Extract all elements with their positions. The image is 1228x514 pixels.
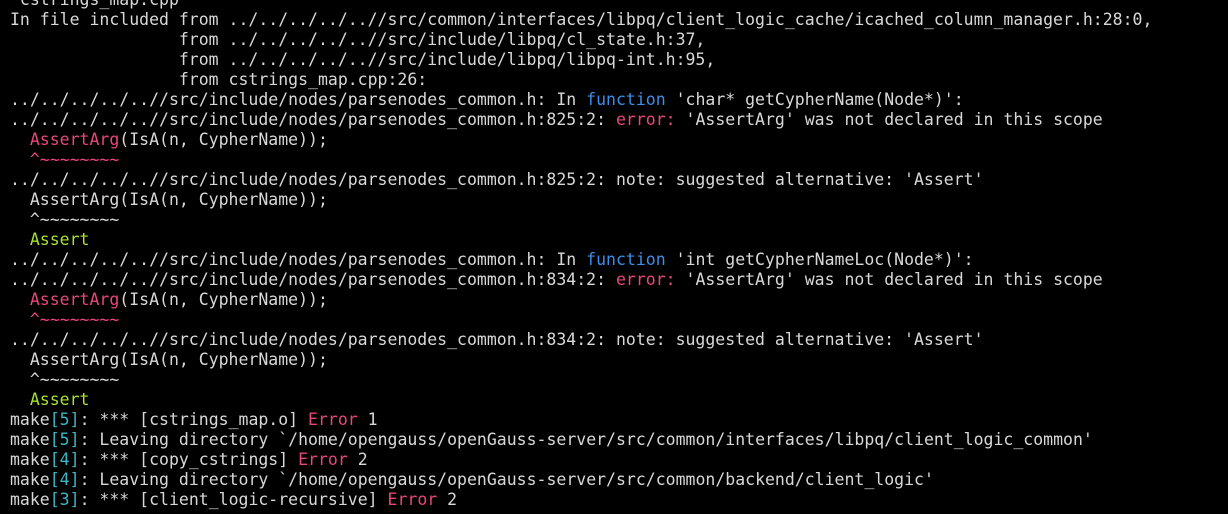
terminal-text-segment: In file included from ../../../../..//sr…: [10, 10, 1153, 29]
terminal-line: ../../../../..//src/include/nodes/parsen…: [10, 270, 1228, 290]
terminal-line: make[4]: *** [copy_cstrings] Error 2: [10, 450, 1228, 470]
terminal-line: ^~~~~~~~~: [10, 210, 1228, 230]
terminal-text-segment: Assert: [29, 230, 90, 249]
terminal-text-segment: [4]: [49, 450, 80, 469]
terminal-text-segment: from ../../../../..//src/include/libpq/c…: [10, 30, 706, 49]
terminal-line: Assert: [10, 230, 1228, 250]
terminal-text-segment: Error: [308, 410, 358, 429]
terminal-line: AssertArg(IsA(n, CypherName));: [10, 130, 1228, 150]
terminal-text-segment: : *** [copy_cstrings]: [79, 450, 299, 469]
terminal-line: make[4]: Leaving directory `/home/openga…: [10, 470, 1228, 490]
terminal-line: ../../../../..//src/include/nodes/parsen…: [10, 250, 1228, 270]
terminal-text-segment: AssertArg(IsA(n, CypherName));: [10, 350, 328, 369]
terminal-line: AssertArg(IsA(n, CypherName));: [10, 190, 1228, 210]
terminal-text-segment: ../../../../..//src/include/nodes/parsen…: [10, 270, 616, 289]
terminal-line: AssertArg(IsA(n, CypherName));: [10, 290, 1228, 310]
terminal-line: ../../../../..//src/include/nodes/parsen…: [10, 330, 1228, 350]
terminal-text-segment: from cstrings_map.cpp:26:: [10, 70, 428, 89]
terminal-text-segment: [5]: [49, 410, 80, 429]
terminal-line: ../../../../..//src/include/nodes/parsen…: [10, 110, 1228, 130]
terminal-text-segment: : *** [cstrings_map.o]: [79, 410, 309, 429]
terminal-text-segment: AssertArg(IsA(n, CypherName));: [10, 190, 328, 209]
terminal-line: make[5]: *** [cstrings_map.o] Error 1: [10, 410, 1228, 430]
terminal-text-segment: 'int getCypherNameLoc(Node*)':: [665, 250, 974, 269]
terminal-text-segment: make: [10, 470, 50, 489]
terminal-text-segment: ../../../../..//src/include/nodes/parsen…: [10, 170, 984, 189]
terminal-text-segment: ../../../../..//src/include/nodes/parsen…: [10, 330, 984, 349]
terminal-text-segment: make: [10, 450, 50, 469]
terminal-text-segment: function: [586, 90, 666, 109]
terminal-line: from cstrings_map.cpp:26:: [10, 70, 1228, 90]
terminal-line: ../../../../..//src/include/nodes/parsen…: [10, 170, 1228, 190]
terminal-text-segment: [5]: [49, 430, 80, 449]
terminal-text-segment: : Leaving directory `/home/opengauss/ope…: [79, 430, 1093, 449]
terminal-text-segment: from ../../../../..//src/include/libpq/l…: [10, 50, 716, 69]
terminal-text-segment: (IsA(n, CypherName));: [119, 290, 328, 309]
terminal-line: make[3]: *** [client_logic-recursive] Er…: [10, 490, 1228, 510]
terminal-line: ^~~~~~~~~: [10, 310, 1228, 330]
terminal-text-segment: ../../../../..//src/include/nodes/parsen…: [10, 110, 616, 129]
terminal-text-segment: AssertArg: [29, 130, 120, 149]
terminal-line: cstrings_map.cpp: [10, 0, 1228, 10]
terminal-text-segment: : Leaving directory `/home/opengauss/ope…: [79, 470, 934, 489]
terminal-text-segment: 2: [347, 450, 368, 469]
terminal-line: from ../../../../..//src/include/libpq/c…: [10, 30, 1228, 50]
terminal-text-segment: AssertArg: [29, 290, 120, 309]
terminal-text-segment: make: [10, 490, 50, 509]
terminal-output: cstrings_map.cppIn file included from ..…: [10, 0, 1228, 510]
terminal-text-segment: ^~~~~~~~~: [10, 370, 120, 389]
terminal-text-segment: [3]: [49, 490, 80, 509]
terminal-line: from ../../../../..//src/include/libpq/l…: [10, 50, 1228, 70]
terminal-line: In file included from ../../../../..//sr…: [10, 10, 1228, 30]
terminal-text-segment: 'char* getCypherName(Node*)':: [665, 90, 964, 109]
terminal-text-segment: : *** [client_logic-recursive]: [79, 490, 388, 509]
terminal-window[interactable]: cstrings_map.cppIn file included from ..…: [0, 0, 1228, 514]
terminal-text-segment: error:: [615, 110, 676, 129]
terminal-text-segment: Assert: [29, 390, 90, 409]
terminal-text-segment: [4]: [49, 470, 80, 489]
terminal-line: make[5]: Leaving directory `/home/openga…: [10, 430, 1228, 450]
terminal-text-segment: make: [10, 410, 50, 429]
terminal-text-segment: error:: [615, 270, 676, 289]
terminal-text-segment: 'AssertArg' was not declared in this sco…: [675, 270, 1103, 289]
terminal-text-segment: make: [10, 430, 50, 449]
terminal-line: Assert: [10, 390, 1228, 410]
terminal-text-segment: function: [586, 250, 666, 269]
terminal-line: ^~~~~~~~~: [10, 370, 1228, 390]
terminal-text-segment: 'AssertArg' was not declared in this sco…: [675, 110, 1103, 129]
terminal-text-segment: ../../../../..//src/include/nodes/parsen…: [10, 250, 587, 269]
terminal-text-segment: ^~~~~~~~~: [29, 310, 120, 329]
terminal-text-segment: ^~~~~~~~~: [10, 210, 120, 229]
terminal-text-segment: 2: [437, 490, 458, 509]
terminal-text-segment: Error: [298, 450, 348, 469]
terminal-line: ^~~~~~~~~: [10, 150, 1228, 170]
terminal-text-segment: ^~~~~~~~~: [29, 150, 120, 169]
terminal-text-segment: ../../../../..//src/include/nodes/parsen…: [10, 90, 587, 109]
terminal-line: ../../../../..//src/include/nodes/parsen…: [10, 90, 1228, 110]
terminal-text-segment: Error: [387, 490, 438, 509]
terminal-text-segment: cstrings_map.cpp: [10, 0, 179, 9]
terminal-line: AssertArg(IsA(n, CypherName));: [10, 350, 1228, 370]
terminal-text-segment: 1: [357, 410, 378, 429]
terminal-text-segment: (IsA(n, CypherName));: [119, 130, 328, 149]
